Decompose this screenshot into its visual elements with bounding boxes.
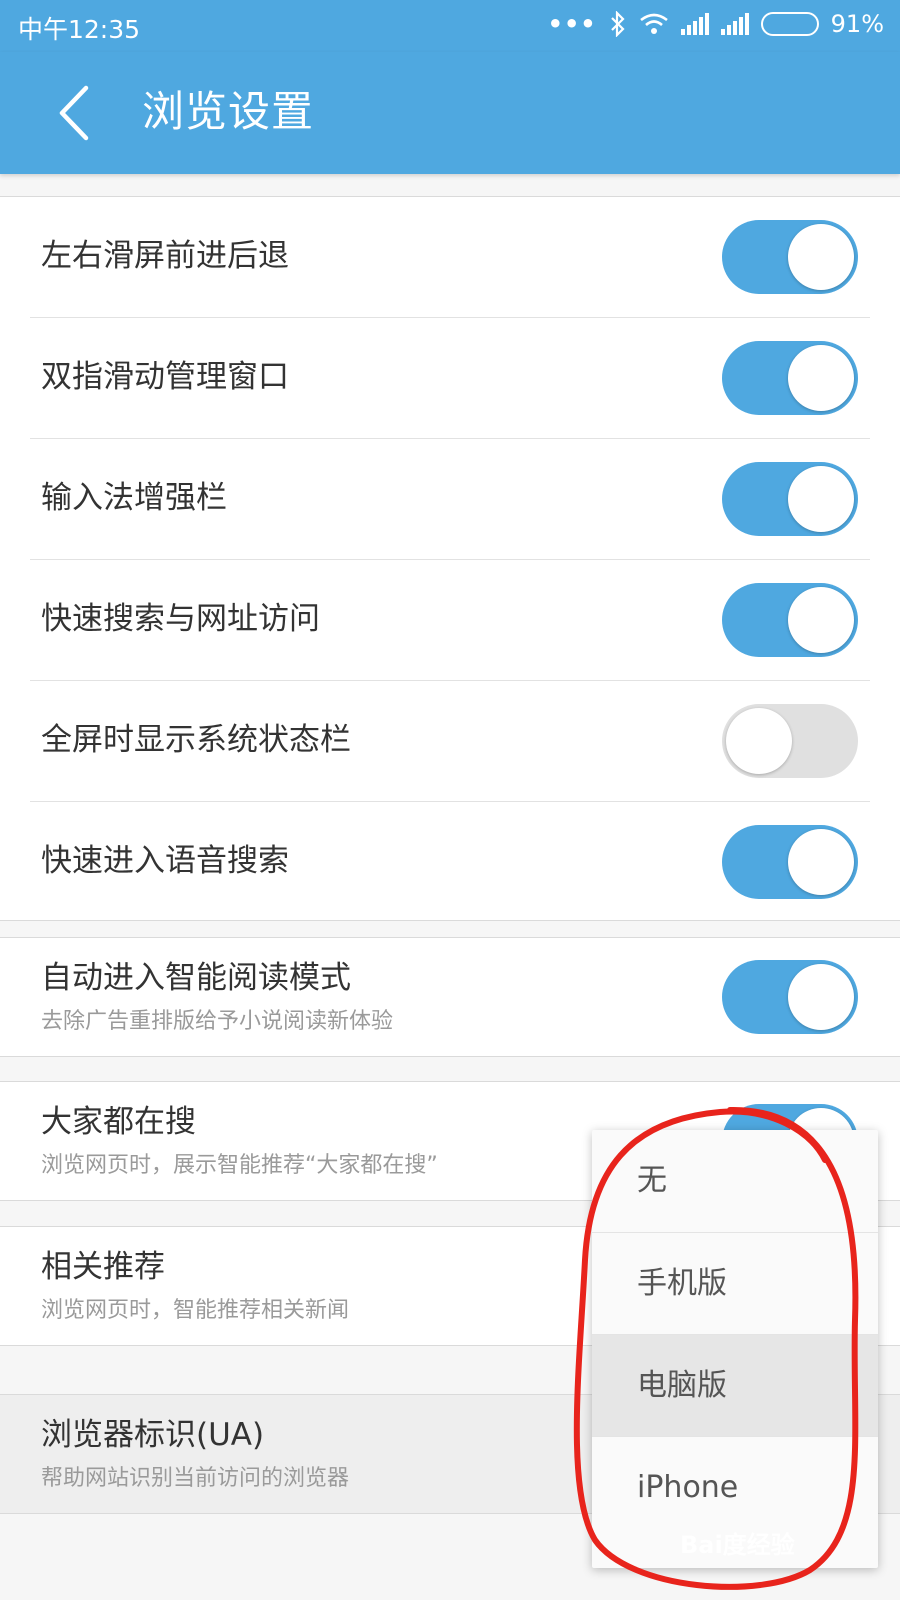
setting-label: 浏览器标识(UA) — [41, 1417, 265, 1453]
ua-option-label: 无 — [637, 1163, 667, 1198]
setting-label: 快速进入语音搜索 — [41, 843, 289, 879]
setting-label: 左右滑屏前进后退 — [41, 238, 289, 274]
toggle-knob — [788, 829, 854, 895]
signal-icon — [680, 13, 709, 35]
toggle-knob — [788, 224, 854, 290]
setting-label: 相关推荐 — [41, 1249, 165, 1285]
more-dots-icon: ••• — [547, 10, 597, 38]
ua-option[interactable]: 电脑版 — [592, 1334, 878, 1436]
setting-row[interactable]: 双指滑动管理窗口 — [0, 318, 900, 439]
status-time: 中午12:35 — [18, 15, 141, 44]
setting-label: 快速搜索与网址访问 — [41, 601, 320, 637]
toggle-switch[interactable] — [722, 704, 858, 778]
setting-row[interactable]: 全屏时显示系统状态栏 — [0, 681, 900, 802]
setting-description: 去除广告重排版给予小说阅读新体验 — [41, 1009, 394, 1034]
settings-group-reading: 自动进入智能阅读模式 去除广告重排版给予小说阅读新体验 — [0, 937, 900, 1057]
setting-label: 全屏时显示系统状态栏 — [41, 722, 351, 758]
toggle-switch[interactable] — [722, 960, 858, 1034]
bluetooth-icon — [610, 11, 625, 37]
setting-description: 浏览网页时，智能推荐相关新闻 — [41, 1298, 350, 1323]
setting-label: 双指滑动管理窗口 — [41, 359, 289, 395]
toggle-switch[interactable] — [722, 583, 858, 657]
setting-row[interactable]: 左右滑屏前进后退 — [0, 197, 900, 318]
wifi-icon — [639, 13, 668, 34]
toggle-switch[interactable] — [722, 220, 858, 294]
ua-option[interactable]: 手机版 — [592, 1232, 878, 1334]
setting-description: 浏览网页时，展示智能推荐“大家都在搜” — [41, 1153, 438, 1178]
setting-label: 大家都在搜 — [41, 1104, 196, 1140]
toggle-switch[interactable] — [722, 462, 858, 536]
title-bar: 浏览设置 — [0, 52, 900, 174]
signal-icon — [720, 13, 749, 35]
ua-option[interactable]: iPhone — [592, 1436, 878, 1538]
settings-group-gestures: 左右滑屏前进后退 双指滑动管理窗口 输入法增强栏 快速搜索与网址访问 全屏时显示… — [0, 196, 900, 921]
setting-row-smart-reading[interactable]: 自动进入智能阅读模式 去除广告重排版给予小说阅读新体验 — [0, 938, 900, 1056]
toggle-knob — [726, 708, 792, 774]
toggle-knob — [788, 587, 854, 653]
ua-dropdown-menu: 无 手机版 电脑版 iPhone — [592, 1130, 878, 1568]
toggle-knob — [788, 964, 854, 1030]
setting-row[interactable]: 快速进入语音搜索 — [0, 802, 900, 920]
battery-percent: 91% — [830, 10, 884, 38]
toggle-switch[interactable] — [722, 825, 858, 899]
status-icons: ••• 91% — [548, 10, 884, 38]
chevron-left-icon[interactable] — [52, 82, 100, 144]
toggle-knob — [788, 345, 854, 411]
ua-option-label: iPhone — [637, 1470, 739, 1505]
setting-row[interactable]: 输入法增强栏 — [0, 439, 900, 560]
page-title: 浏览设置 — [142, 87, 315, 136]
setting-label: 输入法增强栏 — [41, 480, 227, 516]
setting-label: 自动进入智能阅读模式 — [41, 960, 351, 996]
status-bar: 中午12:35 ••• 91% — [0, 0, 900, 52]
toggle-knob — [788, 466, 854, 532]
setting-row[interactable]: 快速搜索与网址访问 — [0, 560, 900, 681]
ua-option[interactable]: 无 — [592, 1130, 878, 1232]
setting-description: 帮助网站识别当前访问的浏览器 — [41, 1466, 350, 1491]
ua-option-label: 电脑版 — [637, 1368, 727, 1403]
battery-icon — [760, 12, 819, 36]
toggle-switch[interactable] — [722, 341, 858, 415]
ua-option-label: 手机版 — [637, 1266, 727, 1301]
